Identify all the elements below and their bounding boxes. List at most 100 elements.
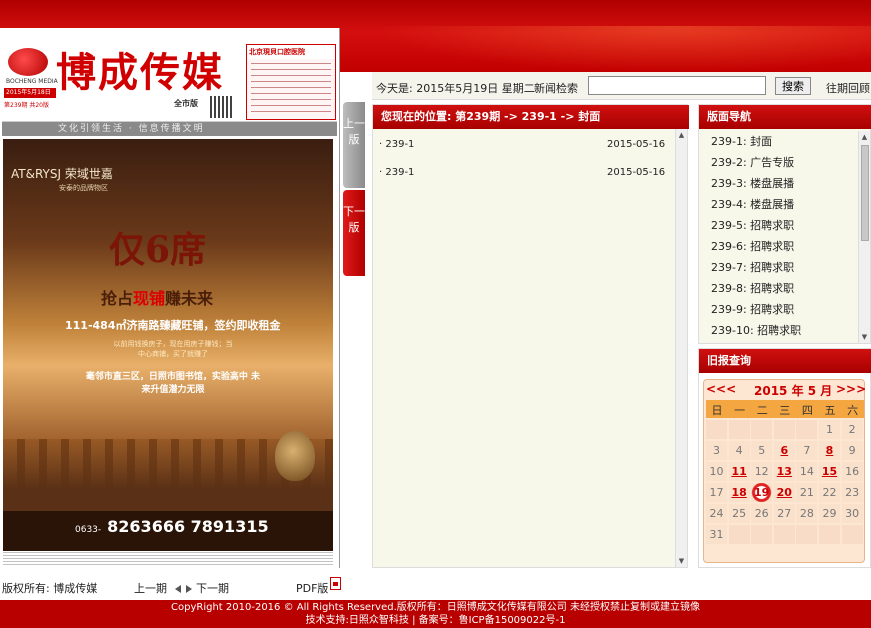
calendar-title: 旧报查询 <box>699 349 871 373</box>
calendar-day: 9 <box>841 441 863 460</box>
calendar-day[interactable]: 20 <box>773 483 795 502</box>
calendar-day: 29 <box>819 504 840 523</box>
page-nav-item[interactable]: 239-10: 招聘求职 <box>699 320 859 341</box>
ad-sub: 抢占现铺赚未来 <box>101 285 213 309</box>
search-button[interactable]: 搜索 <box>775 77 811 95</box>
calendar-empty-cell <box>751 525 773 544</box>
calendar-next-button[interactable]: >>> <box>836 382 866 396</box>
calendar-day: 17 <box>706 483 727 502</box>
today-date: 今天是: 2015年5月19日 星期二 <box>376 82 535 95</box>
article-date: 2015-05-16 <box>607 167 666 178</box>
triangle-left-icon <box>174 585 181 593</box>
scroll-thumb[interactable] <box>861 145 869 241</box>
article-item[interactable]: · 239-1 2015-05-16 <box>373 157 673 185</box>
calendar-day[interactable]: 6 <box>773 441 795 460</box>
page-nav-item[interactable]: 239-1: 封面 <box>699 131 859 152</box>
calendar-day[interactable]: 18 <box>728 483 750 502</box>
page-nav-item[interactable]: 239-2: 广告专版 <box>699 152 859 173</box>
front-page-ad[interactable]: AT&RYSJ 荣域世嘉 安泰的品牌物区 仅6席 抢占现铺赚未来 111-484… <box>3 139 333 551</box>
weekday-label: 四 <box>801 404 813 417</box>
scroll-down-icon[interactable]: ▼ <box>676 555 687 567</box>
pdf-link[interactable]: PDF版 <box>296 577 342 596</box>
pdf-label[interactable]: PDF版 <box>296 582 328 595</box>
page-nav-item[interactable]: 239-5: 招聘求职 <box>699 215 859 236</box>
page-nav-list: 239-1: 封面 239-2: 广告专版 239-3: 楼盘展播 239-4:… <box>699 131 859 341</box>
location-breadcrumb: 您现在的位置: 第239期 -> 239-1 -> 封面 <box>373 105 689 129</box>
copyright-line-1: CopyRight 2010-2016 © All Rights Reserve… <box>171 602 700 613</box>
masthead-ad-lines <box>251 63 331 113</box>
newspaper-page[interactable]: BOCHENG MEDIA 2015年5月18日 第239期 共20版 博成传媒… <box>0 28 340 568</box>
calendar-day[interactable]: 15 <box>819 462 840 481</box>
article-item[interactable]: · 239-1 2015-05-16 <box>373 129 673 157</box>
calendar-empty-cell <box>796 525 818 544</box>
calendar-month: 2015 年 5 月 <box>754 384 833 398</box>
copyright-footer: CopyRight 2010-2016 © All Rights Reserve… <box>0 600 871 628</box>
next-page-button[interactable]: 下一版 <box>343 190 365 276</box>
calendar-day: 7 <box>796 441 818 460</box>
page-nav-item[interactable]: 239-4: 楼盘展播 <box>699 194 859 215</box>
ad-tagline: 安泰的品牌物区 <box>59 184 108 192</box>
article-scrollbar[interactable]: ▲ ▼ <box>675 129 687 567</box>
next-issue-link[interactable]: 下一期 <box>186 580 229 596</box>
pdf-icon <box>330 577 342 590</box>
money-bag-icon <box>275 431 315 481</box>
page-nav-item[interactable]: 239-6: 招聘求职 <box>699 236 859 257</box>
calendar-empty-cell <box>706 420 727 439</box>
calendar-day[interactable]: 8 <box>819 441 840 460</box>
article-panel: 您现在的位置: 第239期 -> 239-1 -> 封面 · 239-1 201… <box>372 104 689 568</box>
calendar-day: 23 <box>841 483 863 502</box>
calendar-day[interactable]: 11 <box>728 462 750 481</box>
page-nav-scrollbar[interactable]: ▲ ▼ <box>858 131 870 343</box>
owner-text: 版权所有: 博成传媒 <box>2 582 98 595</box>
archive-calendar: 旧报查询 <<< 2015 年 5 月 >>> 日一二三四五六 12345678… <box>698 348 871 568</box>
calendar-box: <<< 2015 年 5 月 >>> 日一二三四五六 1 2 3 4 5 6 7 8 9 10 11… <box>703 379 866 563</box>
article-list: · 239-1 2015-05-16 · 239-1 2015-05-16 <box>373 129 673 185</box>
article-title[interactable]: · 239-1 <box>379 167 414 178</box>
ad-phone: 0633- 8263666 7891315 <box>75 517 269 536</box>
prev-page-button[interactable]: 上一版 <box>343 102 365 188</box>
calendar-prev-button[interactable]: <<< <box>706 382 736 396</box>
date-search-bar: 今天是: 2015年5月19日 星期二 新闻检索 搜索 往期回顾 <box>372 72 871 100</box>
prev-issue-label[interactable]: 上一期 <box>134 582 167 595</box>
masthead-ad: 北京現貝口腔医院 <box>246 44 336 120</box>
calendar-day[interactable]: 13 <box>773 462 795 481</box>
calendar-day: 25 <box>728 504 750 523</box>
prev-issue-link[interactable]: 上一期 <box>134 580 181 596</box>
page-nav-item[interactable]: 239-9: 招聘求职 <box>699 299 859 320</box>
scroll-up-icon[interactable]: ▲ <box>676 129 687 141</box>
page-footer-strip <box>3 552 333 566</box>
ad-line: 111-484㎡济南路臻藏旺铺，签约即收租金 <box>65 319 281 332</box>
history-link[interactable]: 往期回顾 <box>826 80 870 96</box>
weekday-label: 六 <box>847 404 859 417</box>
scroll-down-icon[interactable]: ▼ <box>859 331 870 343</box>
ad-sub-highlight: 现铺 <box>133 289 166 308</box>
ad-brand: AT&RYSJ 荣域世嘉 <box>11 167 113 181</box>
page-nav-item[interactable]: 239-3: 楼盘展播 <box>699 173 859 194</box>
calendar-empty-cell <box>728 420 750 439</box>
ad-location: 毫邻市直三区，日照市图书馆，实验高中 未来升值潜力无限 <box>85 372 261 395</box>
calendar-day[interactable]: 19 <box>751 483 773 502</box>
weekday-label: 五 <box>824 404 836 417</box>
ad-small: 以前用钱换房子，现在用房子赚钱；当中心商铺，买了就赚了 <box>113 340 233 358</box>
calendar-empty-cell <box>819 525 840 544</box>
calendar-empty-cell <box>751 420 773 439</box>
bocheng-logo-icon <box>8 48 48 76</box>
calendar-empty-cell <box>773 420 795 439</box>
ad-big-text: 仅6席 <box>109 229 207 271</box>
next-issue-label[interactable]: 下一期 <box>196 582 229 595</box>
calendar-weekdays: 日一二三四五六 <box>706 400 864 418</box>
page-nav-item[interactable]: 239-8: 招聘求职 <box>699 278 859 299</box>
calendar-day: 28 <box>796 504 818 523</box>
ad-sub-pre: 抢占 <box>101 289 134 308</box>
calendar-day: 27 <box>773 504 795 523</box>
page-nav-item[interactable]: 239-7: 招聘求职 <box>699 257 859 278</box>
article-title[interactable]: · 239-1 <box>379 139 414 150</box>
search-input[interactable] <box>588 76 766 95</box>
article-date: 2015-05-16 <box>607 139 666 150</box>
bottom-bar: 版权所有: 博成传媒 上一期 下一期 PDF版 <box>0 574 871 598</box>
calendar-day: 24 <box>706 504 727 523</box>
slogan-bar: 文化引领生活 · 信息传播文明 <box>2 122 337 136</box>
weekday-label: 二 <box>756 404 768 417</box>
issue-line: 第239期 共20版 <box>4 102 49 109</box>
scroll-up-icon[interactable]: ▲ <box>859 131 870 143</box>
